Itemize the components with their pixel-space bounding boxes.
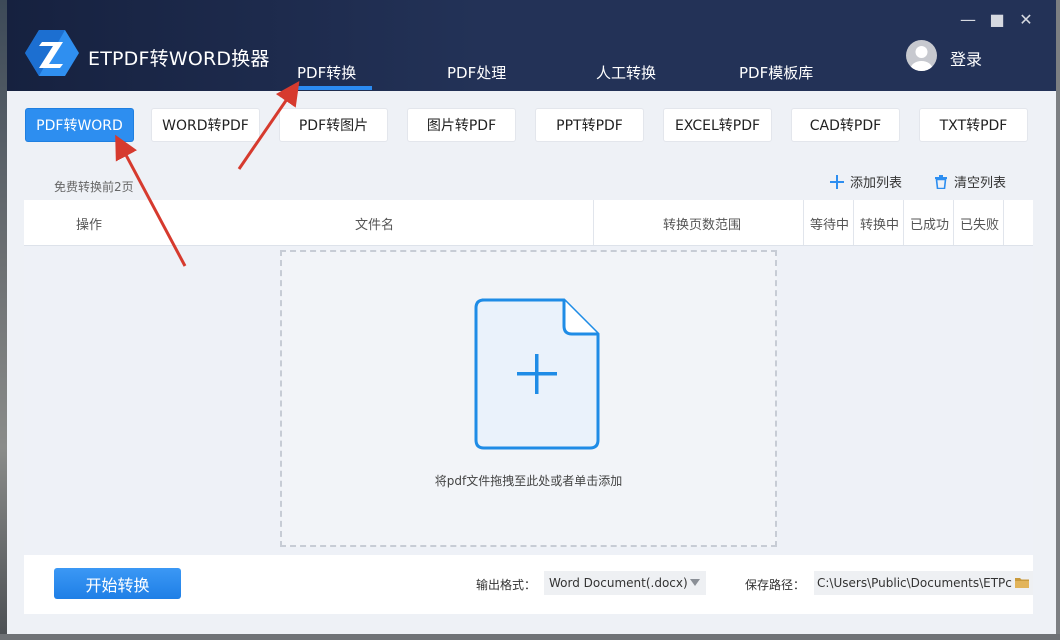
save-path-label: 保存路径：: [745, 578, 806, 592]
header-divider: [853, 200, 854, 245]
file-drop-zone[interactable]: 将pdf文件拖拽至此处或者单击添加: [280, 250, 777, 547]
tab-pdf-process[interactable]: PDF处理: [447, 62, 506, 83]
drop-zone-hint: 将pdf文件拖拽至此处或者单击添加: [434, 474, 623, 488]
trash-icon: [935, 174, 947, 189]
table-header: 操作 文件名 转换页数范围 等待中 转换中 已成功 已失败: [24, 200, 1033, 246]
maximize-icon[interactable]: ■: [988, 10, 1006, 29]
desktop-background-bottom: [0, 634, 1060, 640]
header-divider: [593, 200, 594, 245]
header-waiting: 等待中: [810, 218, 850, 233]
header-filename: 文件名: [355, 218, 395, 233]
free-pages-notice: 免费转换前2页: [54, 180, 134, 194]
format-ppt-to-pdf-button[interactable]: PPT转PDF: [536, 109, 643, 141]
folder-icon[interactable]: [1015, 576, 1029, 588]
format-pdf-to-word-button[interactable]: PDF转WORD: [26, 109, 133, 141]
header-action: 操作: [76, 218, 103, 233]
header-page-range: 转换页数范围: [663, 218, 742, 233]
plus-icon: [830, 174, 844, 189]
format-excel-to-pdf-button[interactable]: EXCEL转PDF: [664, 109, 771, 141]
header-failed: 已失败: [960, 218, 1000, 233]
format-txt-to-pdf-button[interactable]: TXT转PDF: [920, 109, 1027, 141]
login-link[interactable]: 登录: [950, 46, 982, 70]
close-icon[interactable]: ✕: [1017, 10, 1035, 29]
tab-pdf-templates[interactable]: PDF模板库: [739, 62, 813, 83]
desktop-background-left: [0, 0, 7, 640]
output-format-select[interactable]: Word Document(.docx): [544, 571, 706, 595]
format-word-to-pdf-button[interactable]: WORD转PDF: [152, 109, 259, 141]
desktop-background-right: [1056, 0, 1060, 640]
app-title: ETPDF转WORD换器: [88, 48, 270, 70]
add-list-button[interactable]: 添加列表: [830, 172, 902, 191]
header-succeeded: 已成功: [910, 218, 950, 233]
add-file-icon[interactable]: [474, 298, 600, 450]
bottom-bar: 开始转换 输出格式： Word Document(.docx) 保存路径： C:…: [24, 555, 1033, 614]
tab-manual-convert[interactable]: 人工转换: [596, 62, 656, 83]
clear-list-label: 清空列表: [954, 176, 1007, 191]
output-format-label: 输出格式：: [476, 578, 537, 592]
avatar[interactable]: [906, 40, 937, 71]
save-path-value: C:\Users\Public\Documents\ETPc: [817, 576, 1012, 590]
header-divider: [803, 200, 804, 245]
active-tab-indicator: [290, 86, 372, 90]
app-window: ETPDF转WORD换器 PDF转换 PDF处理 人工转换 PDF模板库 登录 …: [7, 0, 1056, 634]
format-pdf-to-image-button[interactable]: PDF转图片: [280, 109, 387, 141]
tab-pdf-convert[interactable]: PDF转换: [297, 62, 356, 83]
start-convert-button[interactable]: 开始转换: [54, 568, 181, 599]
minimize-icon[interactable]: —: [959, 10, 977, 29]
title-bar: ETPDF转WORD换器 PDF转换 PDF处理 人工转换 PDF模板库 登录 …: [7, 0, 1056, 91]
file-table: 操作 文件名 转换页数范围 等待中 转换中 已成功 已失败 将pdf文件拖拽至此…: [24, 200, 1033, 555]
format-image-to-pdf-button[interactable]: 图片转PDF: [408, 109, 515, 141]
format-cad-to-pdf-button[interactable]: CAD转PDF: [792, 109, 899, 141]
save-path-field[interactable]: C:\Users\Public\Documents\ETPc: [814, 571, 1033, 595]
clear-list-button[interactable]: 清空列表: [934, 172, 1006, 191]
header-divider: [953, 200, 954, 245]
output-format-value: Word Document(.docx): [549, 576, 688, 590]
header-divider: [1003, 200, 1004, 245]
app-logo-icon: [25, 30, 79, 76]
add-list-label: 添加列表: [850, 176, 903, 191]
header-divider: [903, 200, 904, 245]
user-icon: [910, 46, 933, 71]
chevron-down-icon: [690, 579, 700, 586]
header-converting: 转换中: [860, 218, 900, 233]
